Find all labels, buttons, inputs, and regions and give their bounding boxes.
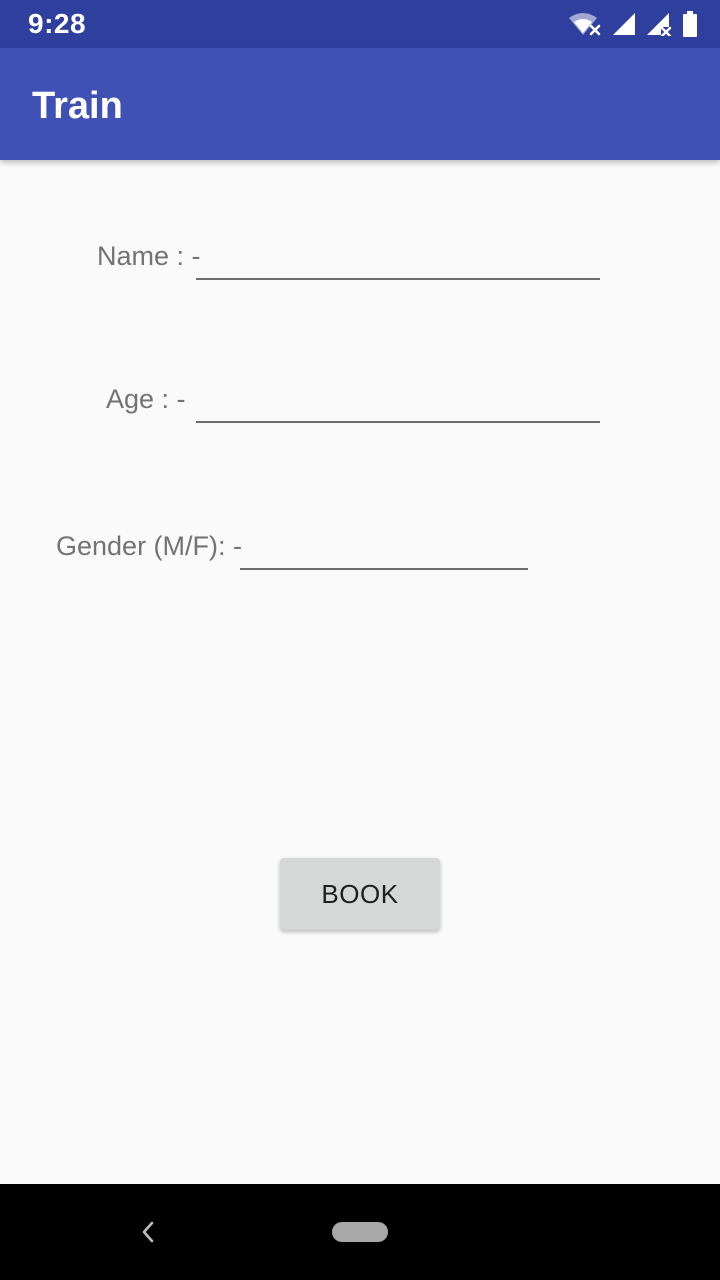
gender-input[interactable] <box>240 526 528 570</box>
app-title: Train <box>32 85 123 127</box>
book-button[interactable]: BOOK <box>280 858 440 930</box>
battery-icon <box>682 11 698 37</box>
back-icon[interactable] <box>136 1218 160 1246</box>
navigation-bar <box>0 1184 720 1280</box>
cell-signal-icon <box>612 12 636 36</box>
name-input[interactable] <box>196 236 600 280</box>
gender-label: Gender (M/F): - <box>56 531 243 561</box>
home-pill-icon[interactable] <box>332 1222 388 1242</box>
age-label: Age : - <box>106 384 186 414</box>
age-input[interactable] <box>196 379 600 423</box>
status-time: 9:28 <box>28 8 87 39</box>
cell-signal-no-data-icon <box>646 12 672 36</box>
booking-form: Name : - Age : - Gender (M/F): - BOOK <box>0 160 720 1184</box>
status-bar: 9:28 <box>0 0 720 48</box>
app-bar: Train <box>0 48 720 160</box>
wifi-off-icon <box>568 11 602 37</box>
status-icons <box>568 10 698 38</box>
name-label: Name : - <box>97 241 201 271</box>
